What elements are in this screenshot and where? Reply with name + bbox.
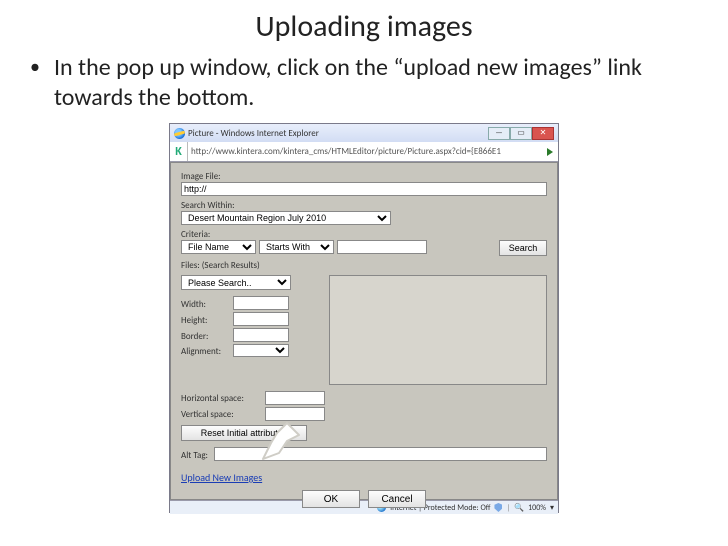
files-label: Files: (Search Results) [181,260,547,271]
criteria-label: Criteria: [181,229,547,240]
alt-tag-label: Alt Tag: [181,450,208,461]
height-input[interactable] [233,312,289,326]
ie-title: Picture - Windows Internet Explorer [188,128,319,139]
image-file-input[interactable] [181,182,547,196]
criteria-op-select[interactable]: Starts With [259,240,334,254]
alignment-label: Alignment: [181,346,233,357]
search-within-label: Search Within: [181,200,547,211]
maximize-button[interactable]: ▭ [510,127,532,140]
preview-pane [329,275,547,385]
width-input[interactable] [233,296,289,310]
upload-new-images-link[interactable]: Upload New Images [181,471,262,484]
ie-window: Picture - Windows Internet Explorer — ▭ … [169,123,559,513]
cancel-button[interactable]: Cancel [368,490,426,508]
address-url[interactable]: http://www.kintera.com/kintera_cms/HTMLE… [188,142,542,161]
height-label: Height: [181,315,233,326]
protected-mode-icon [494,503,502,512]
border-label: Border: [181,331,233,342]
reset-attributes-button[interactable]: Reset Initial attributes [181,425,307,441]
width-label: Width: [181,299,233,310]
border-input[interactable] [233,328,289,342]
bullet-text: In the pop up window, click on the “uplo… [54,53,698,113]
vspace-label: Vertical space: [181,409,265,421]
alignment-select[interactable] [233,344,289,357]
image-file-label: Image File: [181,171,547,182]
picture-dialog: Image File: Search Within: Desert Mounta… [170,162,558,500]
criteria-field-select[interactable]: File Name [181,240,256,254]
criteria-value-input[interactable] [337,240,427,254]
ie-titlebar: Picture - Windows Internet Explorer — ▭ … [170,124,558,142]
close-button[interactable]: ✕ [532,127,554,140]
ok-button[interactable]: OK [302,490,360,508]
ie-icon [174,128,185,139]
minimize-button[interactable]: — [488,127,510,140]
zoom-dropdown-icon[interactable]: ▾ [550,503,554,513]
slide-title: Uploading images [0,0,728,45]
slide-bullet: In the pop up window, click on the “uplo… [0,45,728,113]
files-select[interactable]: Please Search.. [181,275,291,290]
search-within-select[interactable]: Desert Mountain Region July 2010 [181,211,391,225]
vspace-input[interactable] [265,407,325,421]
address-bar: K http://www.kintera.com/kintera_cms/HTM… [170,142,558,162]
site-favicon: K [170,142,188,161]
alt-tag-input[interactable] [214,447,547,461]
go-button[interactable] [542,142,558,161]
hspace-input[interactable] [265,391,325,405]
search-button[interactable]: Search [499,240,547,256]
hspace-label: Horizontal space: [181,393,265,405]
